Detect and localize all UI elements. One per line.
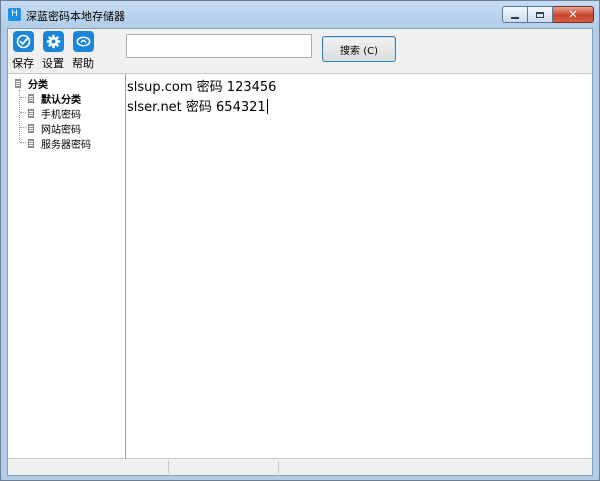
close-button[interactable]: ✕ — [553, 6, 594, 23]
title-bar[interactable]: H 深蓝密码本地存储器 ✕ — [1, 1, 599, 28]
save-button[interactable]: 保存 — [8, 31, 38, 71]
maximize-icon — [536, 11, 544, 18]
minimize-button[interactable] — [502, 6, 528, 23]
list-icon — [28, 93, 34, 103]
tree-root-category[interactable]: 分类 — [15, 76, 48, 91]
tree-item-label: 默认分类 — [41, 94, 81, 106]
search-input[interactable] — [126, 34, 312, 58]
tree-root-label: 分类 — [28, 79, 48, 91]
tree-item-website-passwords[interactable]: 网站密码 — [28, 121, 81, 136]
minimize-icon — [511, 16, 519, 19]
tree-item-label: 服务器密码 — [41, 139, 91, 151]
editor-line-text: slser.net 密码 654321 — [127, 100, 266, 115]
editor-line: slsup.com 密码 123456 — [127, 80, 277, 95]
tree-item-default-category[interactable]: 默认分类 — [28, 91, 81, 106]
text-caret — [266, 99, 268, 114]
tree-item-label: 手机密码 — [41, 109, 81, 121]
window-controls: ✕ — [502, 6, 594, 23]
window-title: 深蓝密码本地存储器 — [26, 10, 125, 23]
gear-icon — [42, 31, 64, 52]
client-area: 保存 设置 帮助 搜索 (C) 分类 默认分类 手机密码 网站密码 服务器密码 … — [7, 28, 593, 476]
tree-branch-line — [20, 97, 26, 98]
tree-branch-line — [20, 142, 26, 143]
toolbar: 保存 设置 帮助 搜索 (C) — [8, 29, 592, 73]
app-logo-icon: H — [8, 8, 21, 21]
checkmark-icon — [12, 31, 34, 52]
help-button[interactable]: 帮助 — [68, 31, 98, 71]
settings-label: 设置 — [42, 57, 64, 70]
status-pane — [8, 461, 169, 473]
save-label: 保存 — [12, 57, 34, 70]
status-bar — [8, 458, 592, 475]
settings-button[interactable]: 设置 — [38, 31, 68, 71]
category-tree: 分类 默认分类 手机密码 网站密码 服务器密码 — [8, 73, 126, 458]
editor-line: slser.net 密码 654321 — [127, 98, 591, 118]
list-icon — [28, 123, 34, 133]
help-label: 帮助 — [72, 57, 94, 70]
tree-item-phone-passwords[interactable]: 手机密码 — [28, 106, 81, 121]
tree-branch-line — [20, 127, 26, 128]
maximize-button[interactable] — [528, 6, 553, 23]
folder-list-icon — [15, 78, 21, 88]
help-eye-icon — [72, 31, 94, 52]
password-text-editor[interactable]: slsup.com 密码 123456 slser.net 密码 654321 — [126, 73, 592, 458]
search-button[interactable]: 搜索 (C) — [322, 36, 396, 62]
tree-branch-line — [20, 112, 26, 113]
app-window: H 深蓝密码本地存储器 ✕ 保存 设置 帮助 搜索 (C) 分类 默认分类 手机… — [0, 0, 600, 481]
list-icon — [28, 108, 34, 118]
tree-item-label: 网站密码 — [41, 124, 81, 136]
close-icon: ✕ — [568, 8, 578, 21]
list-icon — [28, 138, 34, 148]
tree-item-server-passwords[interactable]: 服务器密码 — [28, 136, 91, 151]
status-pane — [168, 461, 279, 473]
